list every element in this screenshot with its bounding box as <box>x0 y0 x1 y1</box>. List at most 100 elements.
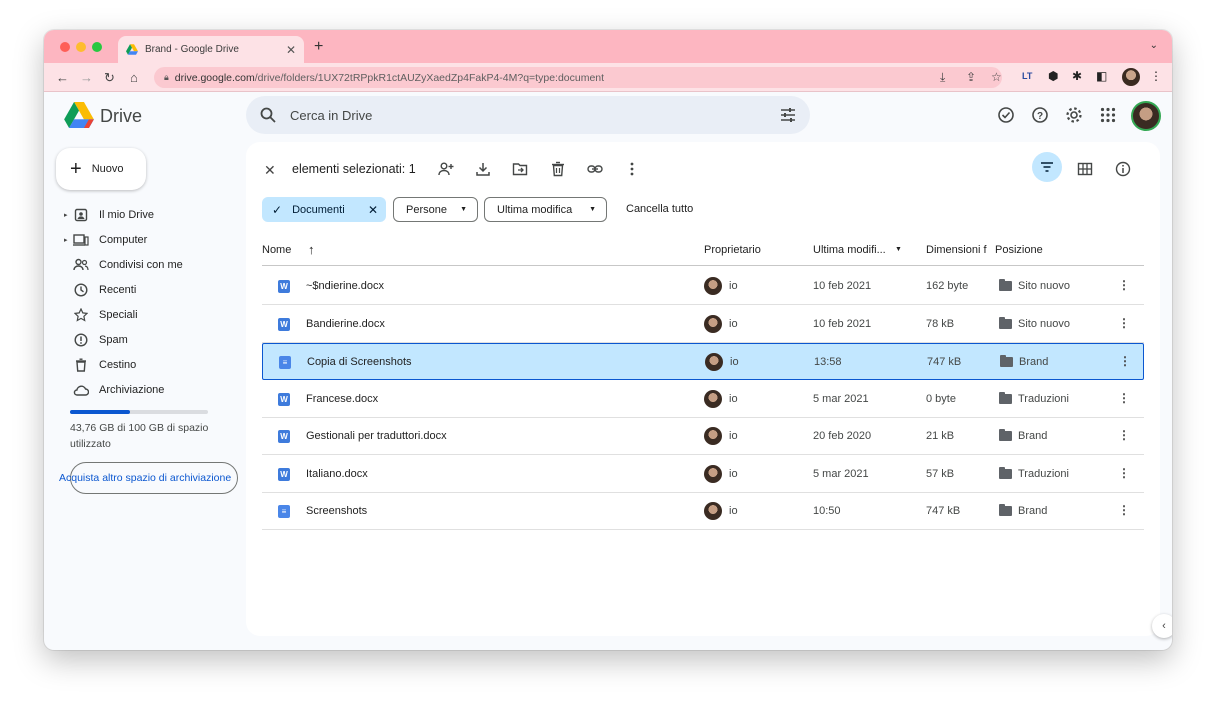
maximize-window-button[interactable] <box>92 42 102 52</box>
column-header-name[interactable]: Nome <box>262 244 291 256</box>
remove-filter-close-icon[interactable]: ✕ <box>368 203 378 217</box>
search-icon[interactable] <box>260 107 276 123</box>
file-owner: io <box>730 356 739 368</box>
offline-ready-icon[interactable] <box>997 106 1015 124</box>
sort-ascending-icon[interactable]: ↑ <box>308 242 315 257</box>
table-row[interactable]: W Italiano.docx io 5 mar 2021 57 kB Traduzion… <box>262 456 1144 493</box>
clear-selection-close-icon[interactable]: ✕ <box>264 162 276 179</box>
file-name[interactable]: Screenshots <box>306 505 367 517</box>
table-row[interactable]: W Bandierine.docx io 10 feb 2021 78 kB Sito n… <box>262 306 1144 343</box>
move-to-folder-icon[interactable] <box>512 161 528 177</box>
share-icon[interactable]: ⇪ <box>966 70 976 84</box>
new-tab-button[interactable]: + <box>314 38 323 56</box>
column-header-size[interactable]: Dimensioni f <box>926 244 987 256</box>
filter-chip-people[interactable]: Persone ▼ <box>393 197 478 222</box>
browser-profile-avatar[interactable] <box>1122 68 1140 86</box>
delete-trash-icon[interactable] <box>550 161 566 177</box>
sidebar-item-shared[interactable]: Condivisi con me <box>64 254 183 276</box>
row-more-actions-icon[interactable]: ⋮ <box>1118 278 1130 292</box>
collapse-side-panel-chevron-icon[interactable]: ‹ <box>1152 614 1172 638</box>
browser-menu-icon[interactable]: ⋮ <box>1150 69 1162 83</box>
filter-toggle-button[interactable] <box>1032 152 1062 182</box>
google-doc-icon: ≡ <box>279 356 291 369</box>
forward-icon[interactable]: → <box>80 70 93 85</box>
minimize-window-button[interactable] <box>76 42 86 52</box>
file-location[interactable]: Brand <box>1018 505 1047 517</box>
column-header-location[interactable]: Posizione <box>995 244 1043 256</box>
file-name[interactable]: ~$ndierine.docx <box>306 280 384 292</box>
new-button[interactable]: + Nuovo <box>56 148 146 190</box>
sidebar-item-computer[interactable]: ▸ Computer <box>64 229 147 251</box>
search-bar[interactable]: Cerca in Drive <box>246 96 810 134</box>
row-more-actions-icon[interactable]: ⋮ <box>1118 466 1130 480</box>
sidebar-item-storage[interactable]: Archiviazione <box>64 379 164 401</box>
download-icon[interactable] <box>475 161 491 177</box>
bookmark-star-icon[interactable]: ☆ <box>991 70 1002 84</box>
help-icon[interactable]: ? <box>1031 106 1049 124</box>
back-icon[interactable]: ← <box>56 70 69 85</box>
browser-tab[interactable]: Brand - Google Drive ✕ <box>118 36 304 63</box>
grid-view-icon[interactable] <box>1077 161 1093 177</box>
row-more-actions-icon[interactable]: ⋮ <box>1118 428 1130 442</box>
details-info-icon[interactable] <box>1115 161 1131 177</box>
column-header-modified[interactable]: Ultima modifi... <box>813 244 886 256</box>
reload-icon[interactable]: ↻ <box>104 70 115 86</box>
word-file-icon: W <box>278 467 290 481</box>
settings-gear-icon[interactable] <box>1065 106 1083 124</box>
check-icon: ✓ <box>272 202 283 217</box>
side-panel-icon[interactable]: ◧ <box>1096 69 1107 83</box>
svg-text:?: ? <box>1037 111 1043 122</box>
file-location[interactable]: Traduzioni <box>1018 393 1069 405</box>
expand-caret-icon[interactable]: ▸ <box>64 211 72 219</box>
column-header-owner[interactable]: Proprietario <box>704 244 761 256</box>
file-location[interactable]: Brand <box>1019 356 1048 368</box>
languagetool-extension-icon[interactable]: LT <box>1022 71 1032 81</box>
row-more-actions-icon[interactable]: ⋮ <box>1118 316 1130 330</box>
file-name[interactable]: Copia di Screenshots <box>307 356 412 368</box>
row-more-actions-icon[interactable]: ⋮ <box>1118 503 1130 517</box>
file-location[interactable]: Sito nuovo <box>1018 318 1070 330</box>
sidebar-item-spam[interactable]: Spam <box>64 329 128 351</box>
clear-filters-button[interactable]: Cancella tutto <box>626 203 693 215</box>
sort-dropdown-arrow-icon[interactable]: ▼ <box>895 246 902 253</box>
file-name[interactable]: Gestionali per traduttori.docx <box>306 430 447 442</box>
sidebar-item-recent[interactable]: Recenti <box>64 279 136 301</box>
apps-grid-icon[interactable] <box>1099 106 1117 124</box>
filter-chip-documents[interactable]: ✓ Documenti ✕ <box>262 197 386 222</box>
filter-chip-last-modified[interactable]: Ultima modifica ▼ <box>484 197 607 222</box>
expand-caret-icon[interactable]: ▸ <box>64 236 72 244</box>
table-row[interactable]: W Gestionali per traduttori.docx io 20 feb … <box>262 418 1144 455</box>
address-bar[interactable]: 🔒︎ drive.google.com/drive/folders/1UX72t… <box>154 67 1002 88</box>
file-location[interactable]: Sito nuovo <box>1018 280 1070 292</box>
file-name[interactable]: Francese.docx <box>306 393 378 405</box>
home-icon[interactable]: ⌂ <box>130 70 138 85</box>
file-name[interactable]: Italiano.docx <box>306 468 368 480</box>
copy-link-icon[interactable] <box>587 161 603 177</box>
share-person-add-icon[interactable] <box>438 161 454 177</box>
extensions-puzzle-icon[interactable]: ✱ <box>1072 69 1082 83</box>
table-row[interactable]: W ~$ndierine.docx io 10 feb 2021 162 byte Sit… <box>262 268 1144 305</box>
sidebar-item-trash[interactable]: Cestino <box>64 354 136 376</box>
file-name[interactable]: Bandierine.docx <box>306 318 385 330</box>
row-more-actions-icon[interactable]: ⋮ <box>1118 391 1130 405</box>
sidebar-item-my-drive[interactable]: ▸ Il mio Drive <box>64 204 154 226</box>
row-more-actions-icon[interactable]: ⋮ <box>1119 354 1131 368</box>
file-location[interactable]: Brand <box>1018 430 1047 442</box>
table-row[interactable]: ≡ Copia di Screenshots io 13:58 747 kB Brand ⋮ <box>262 343 1144 380</box>
buy-storage-button[interactable]: Acquista altro spazio di archiviazione <box>59 462 238 494</box>
sidebar-item-starred[interactable]: Speciali <box>64 304 138 326</box>
table-row[interactable]: W Francese.docx io 5 mar 2021 0 byte Traduzio… <box>262 381 1144 418</box>
search-input[interactable]: Cerca in Drive <box>290 108 372 123</box>
search-options-icon[interactable] <box>780 107 796 123</box>
tab-close-icon[interactable]: ✕ <box>286 43 296 57</box>
extension-hex-icon[interactable]: ⬢ <box>1048 69 1058 83</box>
file-location[interactable]: Traduzioni <box>1018 468 1069 480</box>
install-app-icon[interactable]: ⤓ <box>940 70 945 85</box>
drive-logo-icon[interactable] <box>64 102 94 128</box>
more-actions-icon[interactable] <box>624 161 640 177</box>
tab-search-chevron-icon[interactable]: ⌄ <box>1150 40 1158 51</box>
table-row[interactable]: ≡ Screenshots io 10:50 747 kB Brand ⋮ <box>262 493 1144 530</box>
app-name[interactable]: Drive <box>100 106 142 127</box>
close-window-button[interactable] <box>60 42 70 52</box>
account-avatar[interactable] <box>1131 101 1161 131</box>
